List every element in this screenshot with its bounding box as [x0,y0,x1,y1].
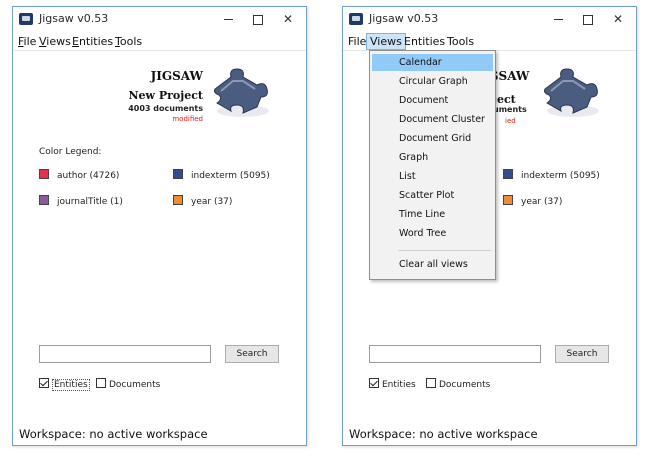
legend-entry-author: author (4726) [39,169,119,181]
app-name: JIGSAW [150,69,203,83]
modified-flag: modified [172,115,203,123]
project-name: New Project [128,89,203,102]
legend-entry-year: year (37) [173,195,232,207]
legend-entry-indexterm: indexterm (5095) [503,169,600,181]
menu-item-document[interactable]: Document [372,92,493,109]
entities-checkbox[interactable]: Entities [39,378,90,392]
documents-label: Documents [439,380,491,390]
puzzle-piece-icon [544,68,599,117]
legend-entry-indexterm: indexterm (5095) [173,169,270,181]
menu-entities[interactable]: Entities [69,33,116,50]
menu-item-graph[interactable]: Graph [372,149,493,166]
legend-swatch [173,195,183,205]
legend-label: indexterm (5095) [191,171,270,181]
menu-item-clear-all-views[interactable]: Clear all views [372,256,493,273]
menu-views[interactable]: Views [366,33,406,50]
menu-separator [398,250,491,251]
color-legend-title: Color Legend: [39,147,102,157]
documents-check-box[interactable] [96,378,106,388]
menu-item-circular-graph[interactable]: Circular Graph [372,73,493,90]
maximize-icon[interactable] [244,10,272,28]
document-count: 4003 documents [128,104,203,113]
window-title: Jigsaw v0.53 [369,12,439,25]
jigsaw-app-icon[interactable] [349,13,363,25]
documents-check-box[interactable] [426,378,436,388]
legend-swatch [39,195,49,205]
entities-label: Entities [382,380,416,390]
project-header: JIGSAW New Project 4003 documents modifi… [83,69,203,123]
legend-label: year (37) [521,197,563,207]
legend-label: author (4726) [57,171,120,181]
menu-item-list[interactable]: List [372,168,493,185]
close-icon[interactable]: ✕ [604,10,632,28]
entities-check-box[interactable] [369,378,379,388]
menu-item-scatter-plot[interactable]: Scatter Plot [372,187,493,204]
minimize-icon[interactable] [214,10,242,28]
legend-entry-journaltitle: journalTitle (1) [39,195,123,207]
documents-checkbox[interactable]: Documents [426,378,490,392]
workspace-status: Workspace: no active workspace [19,427,208,441]
menu-entities[interactable]: Entities [401,33,448,50]
menu-item-time-line[interactable]: Time Line [372,206,493,223]
legend-label: year (37) [191,197,233,207]
menu-item-calendar[interactable]: Calendar [372,54,493,71]
legend-swatch [503,195,513,205]
menu-item-document-grid[interactable]: Document Grid [372,130,493,147]
maximize-icon[interactable] [574,10,602,28]
legend-swatch [173,169,183,179]
search-input[interactable] [369,345,541,363]
documents-label: Documents [109,380,161,390]
entities-check-box[interactable] [39,378,49,388]
legend-swatch [503,169,513,179]
legend-label: indexterm (5095) [521,171,600,181]
menu-bar: File Views Entities Tools [343,33,636,51]
title-bar[interactable]: Jigsaw v0.53 ✕ [343,7,636,32]
minimize-icon[interactable] [544,10,572,28]
menu-bar: File Views Entities Tools [13,33,306,51]
legend-swatch [39,169,49,179]
menu-item-word-tree[interactable]: Word Tree [372,225,493,242]
puzzle-piece-icon [214,68,269,117]
jigsaw-app-icon[interactable] [19,13,33,25]
jigsaw-window-right: Jigsaw v0.53 ✕ File Views Entities Tools… [342,6,637,446]
title-bar[interactable]: Jigsaw v0.53 ✕ [13,7,306,32]
search-input[interactable] [39,345,211,363]
legend-label: journalTitle (1) [57,197,123,207]
workspace-status: Workspace: no active workspace [349,427,538,441]
document-count-partial: uments [493,105,527,114]
menu-item-document-cluster[interactable]: Document Cluster [372,111,493,128]
menu-tools[interactable]: Tools [444,33,477,50]
search-button[interactable]: Search [225,345,279,363]
entities-checkbox[interactable]: Entities [369,378,416,392]
documents-checkbox[interactable]: Documents [96,378,160,392]
jigsaw-window-left: Jigsaw v0.53 ✕ File Views Entities Tools… [12,6,307,446]
window-title: Jigsaw v0.53 [39,12,109,25]
close-icon[interactable]: ✕ [274,10,302,28]
views-dropdown-menu: Calendar Circular Graph Document Documen… [369,50,496,280]
menu-tools[interactable]: Tools [112,33,145,50]
legend-entry-year: year (37) [503,195,562,207]
search-button[interactable]: Search [555,345,609,363]
entities-label: Entities [52,379,90,391]
modified-flag-partial: ied [505,117,516,125]
